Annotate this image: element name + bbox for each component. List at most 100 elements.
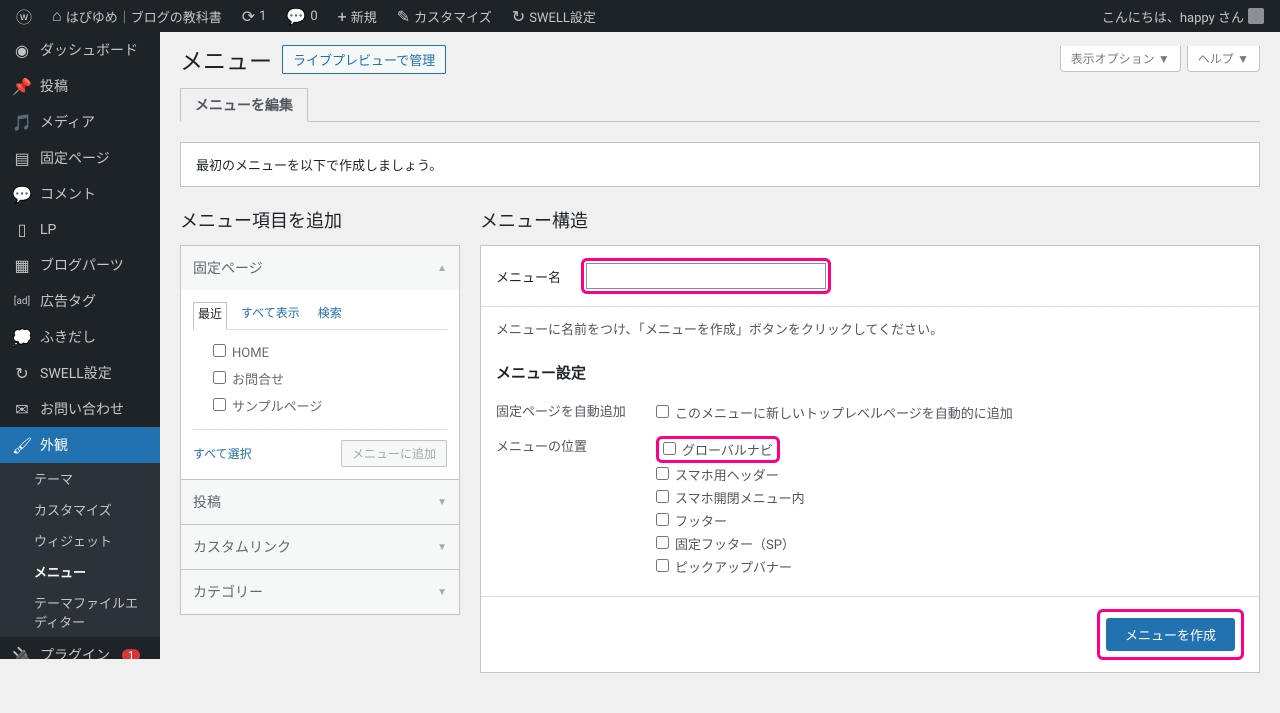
plugin-icon: 🔌 — [12, 646, 32, 660]
ad-icon: [ad] — [12, 296, 32, 307]
admin-toolbar: ⓦ ⌂はぴゆめ｜ブログの教科書 ⟳1 💬0 +新規 ✎カスタマイズ ↻SWELL… — [0, 0, 1280, 32]
chevron-down-icon: ▼ — [437, 587, 447, 598]
sidebar-item-pages[interactable]: ▤固定ページ — [0, 140, 160, 176]
sidebar-item-comments[interactable]: 💬コメント — [0, 176, 160, 212]
highlight-menu-name — [581, 258, 831, 294]
swell-settings-link[interactable]: ↻SWELL設定 — [504, 0, 604, 32]
page-item-label: サンプルページ — [232, 400, 322, 415]
page-item-sample[interactable]: サンプルページ — [193, 392, 447, 419]
comment-icon: 💬 — [12, 185, 32, 204]
sidebar-item-adtag[interactable]: [ad]広告タグ — [0, 283, 160, 319]
accordion-pages-header[interactable]: 固定ページ ▲ — [181, 246, 459, 290]
accordion-pages-label: 固定ページ — [193, 258, 263, 278]
chevron-up-icon: ▲ — [437, 263, 447, 274]
location-sp-drawer[interactable]: スマホ開閉メニュー内 — [656, 486, 1244, 509]
location-checkbox-global[interactable] — [663, 442, 676, 455]
location-sp-header[interactable]: スマホ用ヘッダー — [656, 463, 1244, 486]
first-menu-notice: 最初のメニューを以下で作成しましょう。 — [180, 142, 1260, 187]
page-item-contact[interactable]: お問合せ — [193, 365, 447, 392]
user-greeting[interactable]: こんにちは、happy さん — [1094, 0, 1272, 32]
location-pickup[interactable]: ピックアップバナー — [656, 555, 1244, 578]
sidebar-item-balloon[interactable]: 💭ふきだし — [0, 319, 160, 355]
sidebar-item-blogparts[interactable]: ▦ブログパーツ — [0, 247, 160, 283]
page-checkbox-home[interactable] — [213, 344, 226, 357]
appearance-submenu: テーマ カスタマイズ ウィジェット メニュー テーマファイルエディター — [0, 463, 160, 637]
inner-tab-search[interactable]: 検索 — [314, 302, 346, 323]
submenu-themes[interactable]: テーマ — [0, 463, 160, 494]
customize-link[interactable]: ✎カスタマイズ — [389, 0, 500, 32]
wp-logo[interactable]: ⓦ — [8, 0, 40, 32]
live-preview-button[interactable]: ライブプレビューで管理 — [282, 45, 446, 74]
location-text: グローバルナビ — [682, 444, 773, 459]
sidebar-item-dashboard[interactable]: ◉ダッシュボード — [0, 32, 160, 68]
sidebar-item-appearance[interactable]: 🖌外観 — [0, 427, 160, 463]
sidebar-item-plugins[interactable]: 🔌 プラグイン 1 — [0, 637, 160, 659]
highlight-create-button: メニューを作成 — [1097, 609, 1244, 660]
sidebar-item-posts[interactable]: 📌投稿 — [0, 68, 160, 104]
sidebar-label: メディア — [40, 112, 95, 132]
location-checkbox-pickup[interactable] — [656, 559, 669, 572]
chevron-down-icon: ▼ — [437, 497, 447, 508]
accordion-custom-header[interactable]: カスタムリンク ▼ — [181, 525, 459, 569]
envelope-icon: ✉ — [12, 400, 32, 419]
site-name: はぴゆめ｜ブログの教科書 — [66, 7, 222, 26]
updates-link[interactable]: ⟳1 — [234, 0, 275, 32]
accordion-custom-label: カスタムリンク — [193, 537, 291, 557]
location-checkbox-footer[interactable] — [656, 513, 669, 526]
sidebar-label: プラグイン — [40, 645, 110, 659]
site-name-link[interactable]: ⌂はぴゆめ｜ブログの教科書 — [44, 0, 230, 32]
sidebar-item-media[interactable]: 🎵メディア — [0, 104, 160, 140]
chevron-down-icon: ▼ — [437, 542, 447, 553]
location-text: スマホ用ヘッダー — [675, 469, 779, 484]
nav-tabs: メニューを編集 — [180, 88, 1260, 122]
accordion-posts-label: 投稿 — [193, 492, 221, 512]
inner-tab-all[interactable]: すべて表示 — [237, 302, 304, 323]
updates-count: 1 — [259, 9, 266, 24]
new-content-link[interactable]: +新規 — [330, 0, 385, 32]
auto-add-label: 固定ページを自動追加 — [496, 401, 656, 420]
auto-add-text: このメニューに新しいトップレベルページを自動的に追加 — [675, 407, 1013, 422]
page-checkbox-sample[interactable] — [213, 398, 226, 411]
screen-options-button[interactable]: 表示オプション ▼ — [1060, 46, 1181, 72]
comments-link[interactable]: 💬0 — [278, 0, 325, 32]
location-checkbox-sp-drawer[interactable] — [656, 490, 669, 503]
tab-edit-menu[interactable]: メニューを編集 — [180, 88, 308, 122]
auto-add-checkbox[interactable] — [656, 405, 669, 418]
location-text: スマホ開閉メニュー内 — [675, 492, 805, 507]
location-footer[interactable]: フッター — [656, 509, 1244, 532]
submenu-widgets[interactable]: ウィジェット — [0, 525, 160, 556]
add-to-menu-button[interactable]: メニューに追加 — [341, 440, 447, 467]
greeting-text: こんにちは、happy さん — [1102, 7, 1244, 26]
location-global-nav[interactable]: グローバルナビ — [663, 442, 773, 461]
customize-label: カスタマイズ — [414, 7, 492, 26]
page-item-home[interactable]: HOME — [193, 340, 447, 365]
comment-icon: 💬 — [286, 7, 306, 26]
location-checkbox-fixed-footer[interactable] — [656, 536, 669, 549]
accordion-posts-header[interactable]: 投稿 ▼ — [181, 480, 459, 524]
auto-add-option[interactable]: このメニューに新しいトップレベルページを自動的に追加 — [656, 401, 1244, 424]
accordion-categories-header[interactable]: カテゴリー ▼ — [181, 570, 459, 614]
sidebar-label: ブログパーツ — [40, 255, 124, 275]
sidebar-item-lp[interactable]: ▯LP — [0, 212, 160, 247]
submenu-menus[interactable]: メニュー — [0, 556, 160, 587]
sidebar-item-swell[interactable]: ↻SWELL設定 — [0, 355, 160, 391]
page-checkbox-contact[interactable] — [213, 371, 226, 384]
submenu-customize[interactable]: カスタマイズ — [0, 494, 160, 525]
sidebar-label: 投稿 — [40, 76, 68, 96]
home-icon: ⌂ — [52, 6, 62, 26]
create-menu-button[interactable]: メニューを作成 — [1106, 618, 1235, 651]
menu-name-input[interactable] — [586, 263, 826, 289]
location-checkbox-sp-header[interactable] — [656, 467, 669, 480]
submenu-theme-editor[interactable]: テーマファイルエディター — [0, 587, 160, 637]
location-text: ピックアップバナー — [675, 561, 792, 576]
help-button[interactable]: ヘルプ ▼ — [1187, 46, 1260, 72]
sidebar-item-contact[interactable]: ✉お問い合わせ — [0, 391, 160, 427]
plugin-update-badge: 1 — [122, 649, 140, 660]
select-all-link[interactable]: すべて選択 — [193, 445, 252, 462]
inner-tab-recent[interactable]: 最近 — [193, 302, 227, 330]
update-icon: ⟳ — [242, 7, 255, 26]
menu-settings-heading: メニュー設定 — [496, 362, 1244, 383]
location-fixed-footer[interactable]: 固定フッター（SP） — [656, 532, 1244, 555]
menu-structure-heading: メニュー構造 — [480, 207, 1260, 233]
balloon-icon: 💭 — [12, 328, 32, 347]
